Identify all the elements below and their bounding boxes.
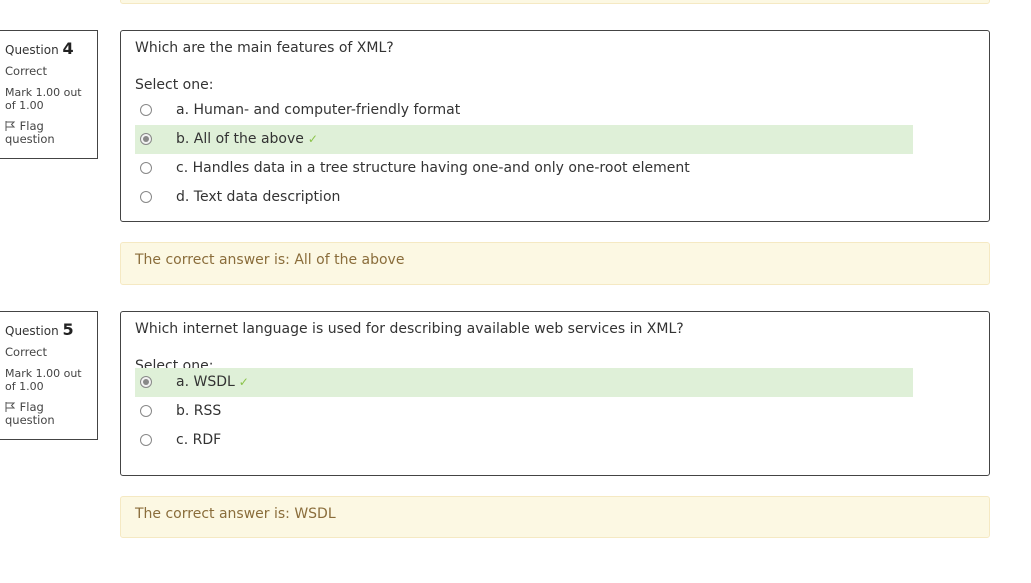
grade-line-1: Mark 1.00 out: [5, 367, 82, 380]
question-number-value: 4: [62, 39, 74, 58]
select-one-prompt: Select one:: [135, 77, 214, 93]
answer-option-correct[interactable]: a. WSDL ✓: [135, 368, 913, 397]
option-label: c. Handles data in a tree structure havi…: [176, 160, 690, 176]
correct-answer-feedback: The correct answer is: WSDL: [120, 496, 990, 538]
answer-option-correct[interactable]: b. All of the above ✓: [135, 125, 913, 154]
answer-option[interactable]: c. Handles data in a tree structure havi…: [135, 154, 913, 183]
grade-line-1: Mark 1.00 out: [5, 86, 82, 99]
option-label: d. Text data description: [176, 189, 341, 205]
flag-icon: [5, 121, 16, 131]
flag-icon: [5, 402, 16, 412]
question-grade: Mark 1.00 out of 1.00: [5, 367, 93, 393]
question-state: Correct: [5, 64, 47, 78]
radio-button[interactable]: [140, 104, 152, 116]
option-label: b. All of the above: [176, 131, 304, 147]
answer-option[interactable]: b. RSS: [135, 397, 913, 426]
option-label: c. RDF: [176, 432, 222, 448]
answer-option[interactable]: d. Text data description: [135, 183, 913, 212]
question-content-4: Which are the main features of XML? Sele…: [120, 30, 990, 222]
answer-options: a. WSDL ✓ b. RSS c. RDF: [135, 368, 975, 455]
question-info-4: Question 4 Correct Mark 1.00 out of 1.00 …: [0, 30, 98, 159]
flag-question-button[interactable]: Flag question: [5, 401, 93, 427]
check-icon: ✓: [238, 375, 249, 389]
previous-feedback-box: [120, 0, 990, 4]
answer-option[interactable]: c. RDF: [135, 426, 913, 455]
question-content-5: Which internet language is used for desc…: [120, 311, 990, 476]
question-label: Question: [5, 43, 59, 57]
radio-button-selected[interactable]: [140, 376, 152, 388]
flag-label: Flag: [19, 400, 44, 414]
radio-button[interactable]: [140, 162, 152, 174]
question-text: Which are the main features of XML?: [135, 40, 394, 56]
answer-options: a. Human- and computer-friendly format b…: [135, 96, 975, 212]
radio-button[interactable]: [140, 434, 152, 446]
flag-label: Flag: [19, 119, 44, 133]
radio-button-selected[interactable]: [140, 133, 152, 145]
option-label: a. WSDL: [176, 374, 235, 390]
question-info-5: Question 5 Correct Mark 1.00 out of 1.00 …: [0, 311, 98, 440]
flag-question-button[interactable]: Flag question: [5, 120, 93, 146]
flag-label-2: question: [5, 132, 55, 146]
option-label: a. Human- and computer-friendly format: [176, 102, 461, 118]
question-label: Question: [5, 324, 59, 338]
question-number: Question 4: [5, 39, 93, 58]
answer-option[interactable]: a. Human- and computer-friendly format: [135, 96, 913, 125]
question-number: Question 5: [5, 320, 93, 339]
radio-button[interactable]: [140, 405, 152, 417]
question-grade: Mark 1.00 out of 1.00: [5, 86, 93, 112]
correct-answer-feedback: The correct answer is: All of the above: [120, 242, 990, 285]
grade-line-2: of 1.00: [5, 99, 44, 112]
option-label: b. RSS: [176, 403, 222, 419]
question-number-value: 5: [62, 320, 74, 339]
flag-label-2: question: [5, 413, 55, 427]
question-state: Correct: [5, 345, 47, 359]
check-icon: ✓: [307, 132, 318, 146]
radio-button[interactable]: [140, 191, 152, 203]
question-text: Which internet language is used for desc…: [135, 321, 684, 337]
grade-line-2: of 1.00: [5, 380, 44, 393]
